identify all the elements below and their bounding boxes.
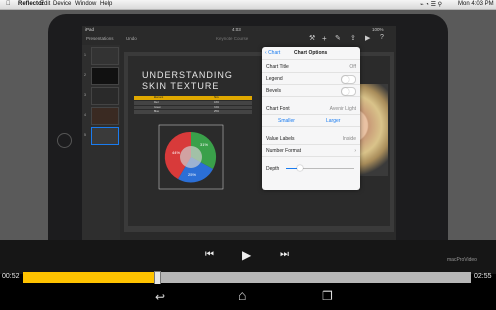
play-slideshow-icon[interactable]: ▶ [365,34,370,42]
pie-chart[interactable]: 31% 44% 25% [158,124,224,190]
pie-label: 44% [172,150,180,155]
slide-number: 2 [84,73,86,77]
carrier-label: iPad [85,27,95,32]
chevron-right-icon: › [354,148,356,154]
pie-label: 31% [200,142,208,147]
smaller-button[interactable]: Smaller [278,118,295,124]
slide-number: 1 [84,53,86,57]
table-cell: 31% [214,105,220,109]
slide-title-line: UNDERSTANDING [142,70,233,80]
menu-device[interactable]: Device [53,1,71,7]
larger-button[interactable]: Larger [326,118,340,124]
bevels-label: Bevels [266,88,282,94]
ipad-time: 4:03 [232,27,241,32]
table-row: Blue 25% [134,110,252,114]
home-icon[interactable]: ⌂ [238,287,246,303]
table-row: Red 44% [134,101,252,105]
value-labels-label: Value Labels [266,136,295,142]
bevels-row: Bevels [262,85,360,97]
macprovideo-logo: macProVideo [447,257,487,271]
slide-title[interactable]: UNDERSTANDING SKIN TEXTURE [142,70,262,92]
video-controls: ⏮ ▶ ⏭ [0,240,496,274]
popover-title: Chart Options [294,50,328,56]
table-header-cell: Element [154,96,164,99]
slide-navigator: 1 2 3 4 5 [82,45,120,240]
share-icon[interactable]: ⇪ [350,34,356,42]
pie-label: 25% [188,172,196,177]
value-labels-row[interactable]: Value Labels Inside [262,133,360,145]
bevels-toggle[interactable] [341,87,356,96]
presentations-button[interactable]: Presentations [86,36,114,41]
back-icon[interactable]: ↩ [155,290,165,304]
depth-label: Depth [266,166,280,172]
table-cell: 25% [214,110,220,113]
android-nav-bar: ↩ ⌂ ❐ [0,284,496,310]
menu-help[interactable]: Help [100,1,112,7]
tools-icon[interactable]: ✎ [335,34,341,42]
keynote-toolbar: Presentations Undo Keynote Course ⚒ + ✎ … [82,33,396,45]
slide-title-line: SKIN TEXTURE [142,81,220,91]
progress-bar[interactable] [23,271,471,286]
back-label: Chart [268,50,281,56]
depth-slider-thumb[interactable] [296,165,303,171]
chart-title-row[interactable]: Chart Title Off [262,61,360,73]
slide-thumbnail-selected[interactable] [91,127,119,145]
time-total: 02:55 [474,273,492,280]
progress-fill [23,272,158,283]
chart-options-popover: ‹ Chart Chart Options Chart Title Off Le… [262,47,360,190]
mac-menu-bar:  Reflector Edit Device Window Help ⌁ ◔ … [0,0,496,10]
chart-font-row[interactable]: Chart Font Avenir Light [262,103,360,115]
table-cell: Green [154,105,161,109]
depth-row: Depth [262,163,360,174]
document-title: Keynote Course [216,36,249,41]
battery-label: 100% [372,27,384,32]
time-elapsed: 00:52 [2,273,20,280]
slide-thumbnail[interactable] [91,107,119,125]
table-header: Element Size [134,96,252,100]
depth-slider-track[interactable] [286,165,354,171]
table-row: Green 31% [134,105,252,109]
popover-header: ‹ Chart Chart Options [262,47,360,60]
back-chart-button[interactable]: ‹ Chart [265,50,280,56]
menu-edit[interactable]: Edit [40,1,50,7]
slide-number: 3 [84,93,86,97]
play-icon[interactable]: ▶ [242,248,251,262]
ipad-home-button[interactable] [57,133,72,148]
font-size-row: Smaller Larger [262,115,360,127]
status-icons: ⌁ ◔ ☰ ⚲ [420,2,443,8]
menu-window[interactable]: Window [75,1,96,7]
value-labels-value: Inside [342,136,356,142]
format-icon[interactable]: ⚒ [309,34,315,42]
rotate-handle-icon[interactable] [180,146,202,168]
chart-font-label: Chart Font [266,106,290,112]
skip-forward-icon[interactable]: ⏭ [280,249,289,260]
recents-icon[interactable]: ❐ [322,289,333,303]
chart-title-value: Off [349,64,356,70]
ipad-status-bar: iPad 4:03 100% [82,26,396,33]
undo-button[interactable]: Undo [126,36,137,41]
table-cell: Blue [154,110,160,113]
slide-thumbnail[interactable] [91,47,119,65]
chart-title-label: Chart Title [266,64,289,70]
add-icon[interactable]: + [322,34,327,43]
slide-number: 5 [84,133,86,137]
table-header-cell: Size [214,96,219,99]
number-format-row[interactable]: Number Format › [262,145,360,157]
legend-label: Legend [266,76,283,82]
apple-menu-icon[interactable]:  [6,1,11,7]
slide-table[interactable]: Element Size Red 44% Green 31% Blue 25% [134,96,252,116]
table-cell: Red [154,101,159,104]
number-format-label: Number Format [266,148,302,154]
chart-font-value: Avenir Light [329,106,356,112]
table-cell: 44% [214,101,220,104]
slide-number: 4 [84,113,86,117]
slide-thumbnail[interactable] [91,67,119,85]
slide-thumbnail[interactable] [91,87,119,105]
menu-clock: Mon 4:03 PM [458,1,494,7]
logo-text: macProVideo [447,257,477,263]
legend-toggle[interactable] [341,75,356,84]
skip-back-icon[interactable]: ⏮ [205,249,214,260]
legend-row: Legend [262,73,360,85]
help-icon[interactable]: ? [380,34,384,41]
